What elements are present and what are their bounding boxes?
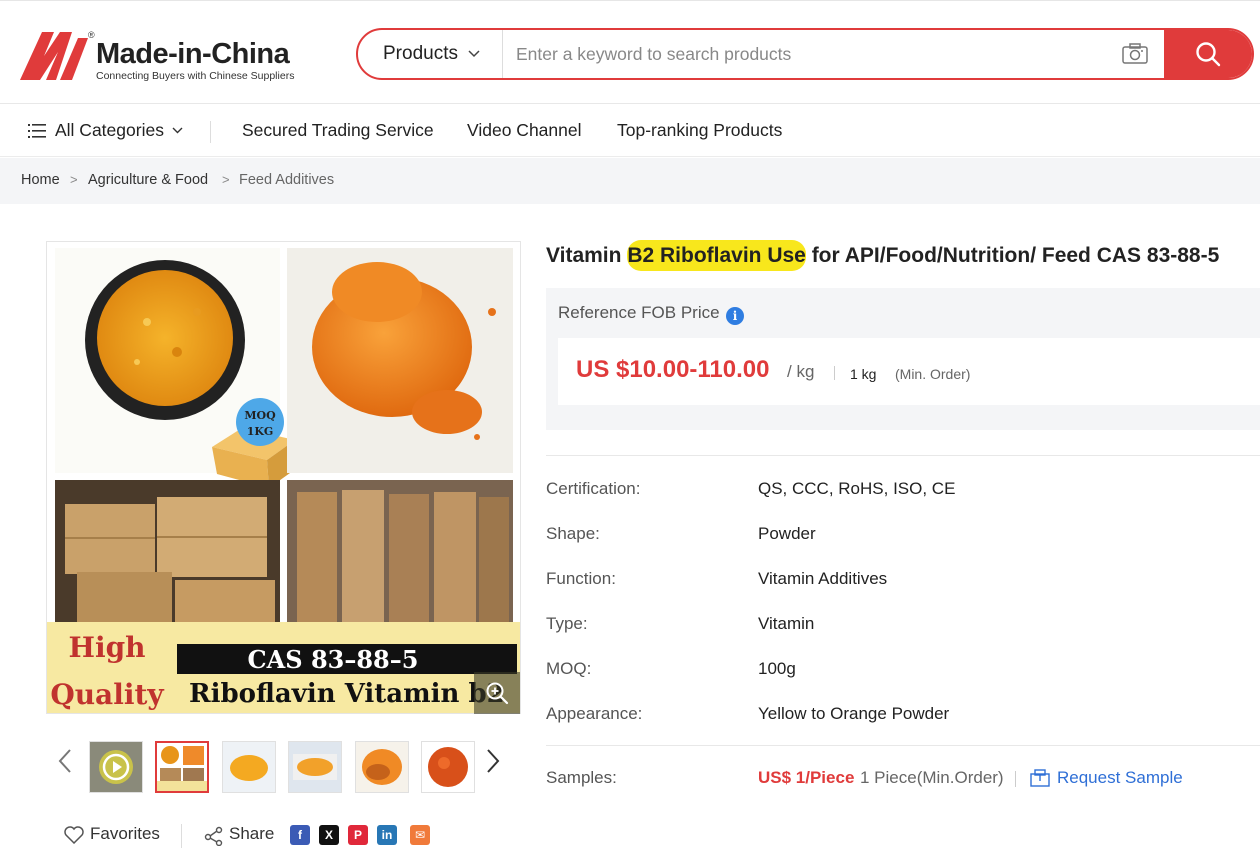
email-icon[interactable]: ✉ [410, 825, 430, 845]
favorites-button[interactable]: Favorites [90, 824, 160, 844]
breadcrumb-home[interactable]: Home [21, 172, 60, 188]
title-highlight: B2 Riboflavin Use [627, 240, 806, 271]
all-categories-menu[interactable]: All Categories [28, 120, 183, 141]
linkedin-icon[interactable]: in [377, 825, 397, 845]
main-nav: All Categories Secured Trading Service V… [0, 105, 1260, 157]
thumbnail-prev-arrow-icon[interactable] [58, 748, 72, 782]
search-input[interactable] [516, 40, 1096, 68]
menu-list-icon [28, 123, 46, 138]
price-divider [834, 366, 835, 380]
thumbnail-1[interactable] [155, 741, 209, 793]
thumbnail-5[interactable] [421, 741, 475, 793]
product-name-banner-text: Riboflavin Vitamin b2 [189, 679, 505, 709]
brand-tagline: Connecting Buyers with Chinese Suppliers [96, 70, 295, 82]
attr-function-key: Function: [546, 569, 616, 588]
search-category-label: Products [383, 43, 458, 64]
price-panel: Reference FOB Price i US $10.00-110.00 /… [546, 288, 1260, 430]
pinterest-icon[interactable]: P [348, 825, 368, 845]
quality-banner-text: Quality [50, 678, 164, 711]
breadcrumb-agriculture-food[interactable]: Agriculture & Food [88, 172, 208, 188]
min-order-label: (Min. Order) [895, 366, 971, 382]
search-category-select[interactable]: Products [358, 30, 503, 78]
title-prefix: Vitamin [546, 244, 628, 267]
attr-type-value: Vitamin [758, 614, 815, 633]
moq-qty-badge-text: 1KG [247, 425, 274, 438]
attr-shape-key: Shape: [546, 524, 600, 543]
main-product-image[interactable]: MOQ 1KG CAS 83–88–5 High Quality Ribofla… [46, 241, 521, 714]
thumbnail-3[interactable] [288, 741, 342, 793]
share-icon[interactable] [204, 826, 224, 851]
attr-moq-value: 100g [758, 659, 796, 678]
attributes-divider-bottom [546, 745, 1260, 746]
search-button[interactable] [1164, 30, 1252, 78]
nav-divider [210, 121, 211, 143]
chevron-down-icon [468, 47, 480, 61]
facebook-icon[interactable]: f [290, 825, 310, 845]
price-card: US $10.00-110.00 / kg 1 kg (Min. Order) [558, 338, 1260, 405]
site-header: ® Made-in-China Connecting Buyers with C… [0, 0, 1260, 104]
price-unit: / kg [787, 362, 815, 381]
brand-logo[interactable]: ® Made-in-China Connecting Buyers with C… [20, 28, 300, 84]
cas-banner-text: CAS 83–88–5 [248, 645, 419, 674]
chevron-down-icon [172, 125, 183, 137]
chevron-right-icon: > [222, 172, 230, 187]
nav-top-ranking[interactable]: Top-ranking Products [617, 120, 782, 141]
search-icon [1196, 42, 1221, 67]
thumbnail-strip [56, 738, 516, 796]
brand-name: Made-in-China [96, 38, 290, 70]
all-categories-label: All Categories [55, 120, 164, 140]
price-range: US $10.00-110.00 [576, 356, 770, 383]
thumbnail-4[interactable] [355, 741, 409, 793]
nav-secured-trading[interactable]: Secured Trading Service [242, 120, 434, 141]
samples-divider [1015, 771, 1016, 787]
samples-min-order: 1 Piece(Min.Order) [860, 768, 1004, 787]
thumbnail-next-arrow-icon[interactable] [486, 748, 500, 782]
title-suffix: for API/Food/Nutrition/ Feed CAS 83-88-5 [805, 244, 1220, 267]
attr-type-key: Type: [546, 614, 588, 633]
attr-certification-value: QS, CCC, RoHS, ISO, CE [758, 479, 956, 498]
breadcrumb: Home > Agriculture & Food > Feed Additiv… [0, 158, 1260, 204]
heart-icon[interactable] [64, 826, 84, 849]
made-in-china-logo-icon [20, 32, 88, 80]
attr-function-value: Vitamin Additives [758, 569, 888, 588]
samples-label: Samples: [546, 768, 617, 787]
request-sample-link[interactable]: Request Sample [1057, 768, 1183, 788]
chevron-right-icon: > [70, 172, 78, 187]
min-order-qty: 1 kg [850, 366, 877, 382]
share-divider [181, 824, 182, 848]
x-twitter-icon[interactable]: X [319, 825, 339, 845]
reference-price-label: Reference FOB Price [558, 303, 720, 322]
attr-appearance-key: Appearance: [546, 704, 643, 723]
attr-appearance-value: Yellow to Orange Powder [758, 704, 950, 723]
share-button[interactable]: Share [229, 824, 274, 844]
favorites-share-row: Favorites Share f X P in ✉ [64, 820, 484, 850]
attr-moq-key: MOQ: [546, 659, 592, 678]
attributes-divider-top [546, 455, 1260, 456]
breadcrumb-feed-additives[interactable]: Feed Additives [239, 172, 334, 188]
moq-badge-text: MOQ [244, 409, 276, 422]
request-sample-icon[interactable] [1030, 769, 1050, 787]
search-bar: Products [356, 28, 1254, 80]
zoom-button[interactable] [474, 672, 520, 714]
info-icon[interactable]: i [726, 307, 744, 325]
samples-price: US$ 1/Piece [758, 768, 855, 787]
registered-mark: ® [88, 30, 95, 40]
riboflavin-collage-image: MOQ 1KG CAS 83–88–5 High Quality Ribofla… [47, 242, 520, 713]
high-banner-text: High [68, 631, 145, 664]
attr-certification-key: Certification: [546, 479, 641, 498]
thumbnail-2[interactable] [222, 741, 276, 793]
attr-shape-value: Powder [758, 524, 816, 543]
zoom-in-icon [486, 682, 509, 705]
nav-video-channel[interactable]: Video Channel [467, 120, 582, 141]
thumbnail-video[interactable] [89, 741, 143, 793]
product-title: Vitamin B2 Riboflavin Use for API/Food/N… [546, 240, 1220, 271]
camera-search-icon[interactable] [1122, 43, 1148, 64]
